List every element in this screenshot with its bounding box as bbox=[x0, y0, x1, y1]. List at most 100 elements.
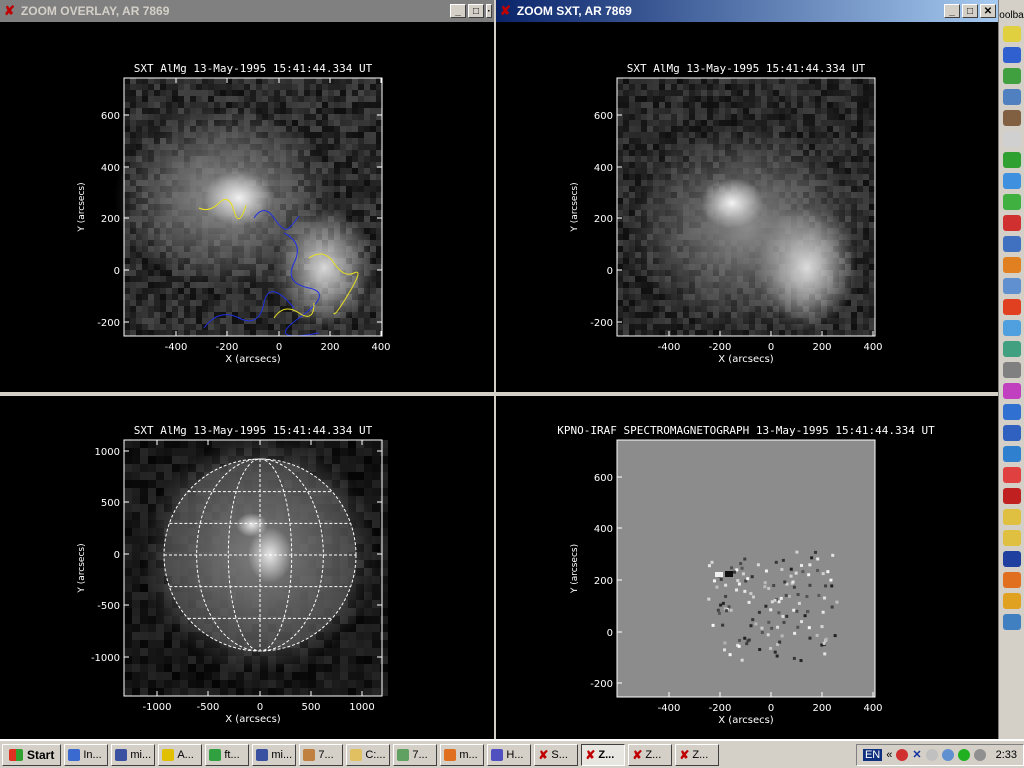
pixel-cell bbox=[154, 90, 160, 96]
minimize-button[interactable]: _ bbox=[450, 4, 466, 18]
pixel-cell bbox=[869, 306, 875, 312]
pixel-cell bbox=[140, 600, 148, 608]
pixel-cell bbox=[701, 114, 707, 120]
pixel-cell bbox=[154, 108, 160, 114]
pixel-cell bbox=[629, 162, 635, 168]
pixel-cell bbox=[869, 276, 875, 282]
pixel-cell bbox=[352, 204, 358, 210]
pixel-cell bbox=[785, 120, 791, 126]
pixel-cell bbox=[767, 108, 773, 114]
pixel-cell bbox=[767, 90, 773, 96]
pixel-cell bbox=[292, 672, 300, 680]
pixel-cell bbox=[623, 192, 629, 198]
pixel-cell bbox=[358, 108, 364, 114]
sxt-zoom-plot: SXT AlMg 13-May-1995 15:41:44.334 UT -400… bbox=[496, 22, 998, 392]
magnetic-pixel bbox=[808, 583, 812, 587]
pixel-cell bbox=[845, 138, 851, 144]
pixel-cell bbox=[641, 282, 647, 288]
pixel-cell bbox=[172, 300, 178, 306]
pixel-cell bbox=[617, 258, 623, 264]
pixel-cell bbox=[334, 168, 340, 174]
pixel-cell bbox=[623, 90, 629, 96]
pixel-cell bbox=[689, 114, 695, 120]
pixel-cell bbox=[623, 204, 629, 210]
close-button[interactable]: ✕ bbox=[980, 4, 996, 18]
pixel-cell bbox=[827, 78, 833, 84]
pixel-cell bbox=[364, 120, 370, 126]
zoom-overlay-window[interactable]: ✘ ZOOM OVERLAY, AR 7869 _ □ · SXT AlMg 1… bbox=[0, 0, 494, 392]
magnetic-pixel bbox=[797, 601, 801, 605]
maximize-button[interactable]: □ bbox=[962, 4, 978, 18]
pixel-cell bbox=[845, 156, 851, 162]
pixel-cell bbox=[803, 330, 809, 336]
zoom-sxt-window[interactable]: ✘ ZOOM SXT, AR 7869 _ □ ✕ SXT AlMg 13-Ma… bbox=[496, 0, 998, 392]
magnetic-pixel bbox=[707, 597, 711, 601]
pixel-cell bbox=[208, 288, 214, 294]
pixel-cell bbox=[623, 108, 629, 114]
pixel-cell bbox=[677, 78, 683, 84]
magnetogram-window[interactable]: KPNO-IRAF SPECTROMAGNETOGRAPH 13-May-199… bbox=[496, 396, 998, 739]
pixel-cell bbox=[647, 330, 653, 336]
pixel-cell bbox=[653, 324, 659, 330]
pixel-cell bbox=[208, 324, 214, 330]
minimize-button[interactable]: _ bbox=[944, 4, 960, 18]
pixel-cell bbox=[641, 84, 647, 90]
pixel-cell bbox=[677, 84, 683, 90]
pixel-cell bbox=[178, 78, 184, 84]
plot-title: SXT AlMg 13-May-1995 15:41:44.334 UT bbox=[134, 424, 373, 437]
pixel-cell bbox=[132, 472, 140, 480]
magnetic-pixel bbox=[719, 603, 723, 607]
pixel-cell bbox=[370, 204, 376, 210]
pixel-cell bbox=[188, 680, 196, 688]
maximize-button[interactable]: □ bbox=[468, 4, 484, 18]
pixel-cell bbox=[815, 84, 821, 90]
pixel-cell bbox=[292, 688, 300, 696]
full-disk-window[interactable]: SXT AlMg 13-May-1995 15:41:44.334 UT -100… bbox=[0, 396, 494, 739]
pixel-cell bbox=[148, 672, 156, 680]
pixel-cell bbox=[148, 632, 156, 640]
pixel-cell bbox=[851, 312, 857, 318]
pixel-cell bbox=[274, 90, 280, 96]
pixel-cell bbox=[310, 132, 316, 138]
pixel-cell bbox=[380, 552, 388, 560]
pixel-cell bbox=[132, 584, 140, 592]
pixel-cell bbox=[244, 294, 250, 300]
pixel-cell bbox=[653, 108, 659, 114]
pixel-cell bbox=[617, 294, 623, 300]
zoom-sxt-titlebar[interactable]: ✘ ZOOM SXT, AR 7869 _ □ ✕ bbox=[496, 0, 998, 22]
pixel-cell bbox=[352, 138, 358, 144]
pixel-cell bbox=[665, 102, 671, 108]
pixel-cell bbox=[821, 84, 827, 90]
pixel-cell bbox=[839, 126, 845, 132]
pixel-cell bbox=[130, 288, 136, 294]
pixel-cell bbox=[364, 664, 372, 672]
pixel-cell bbox=[785, 126, 791, 132]
full-disk-plot: SXT AlMg 13-May-1995 15:41:44.334 UT -100… bbox=[0, 396, 494, 739]
pixel-cell bbox=[280, 96, 286, 102]
pixel-cell bbox=[334, 84, 340, 90]
pixel-cell bbox=[324, 680, 332, 688]
pixel-cell bbox=[164, 440, 172, 448]
pixel-cell bbox=[737, 120, 743, 126]
pixel-cell bbox=[178, 318, 184, 324]
pixel-cell bbox=[124, 552, 132, 560]
zoom-overlay-titlebar[interactable]: ✘ ZOOM OVERLAY, AR 7869 _ □ · bbox=[0, 0, 494, 22]
pixel-cell bbox=[276, 672, 284, 680]
pixel-cell bbox=[653, 120, 659, 126]
pixel-cell bbox=[304, 108, 310, 114]
close-button[interactable]: · bbox=[486, 4, 492, 18]
pixel-cell bbox=[845, 114, 851, 120]
pixel-cell bbox=[310, 330, 316, 336]
pixel-cell bbox=[304, 126, 310, 132]
pixel-cell bbox=[623, 150, 629, 156]
pixel-cell bbox=[164, 688, 172, 696]
pixel-cell bbox=[364, 90, 370, 96]
pixel-cell bbox=[635, 150, 641, 156]
pixel-cell bbox=[785, 84, 791, 90]
pixel-cell bbox=[346, 132, 352, 138]
bright-loop bbox=[204, 170, 274, 226]
pixel-cell bbox=[869, 174, 875, 180]
pixel-cell bbox=[372, 480, 380, 488]
x-tick-label: 200 bbox=[812, 342, 831, 353]
pixel-cell bbox=[244, 300, 250, 306]
